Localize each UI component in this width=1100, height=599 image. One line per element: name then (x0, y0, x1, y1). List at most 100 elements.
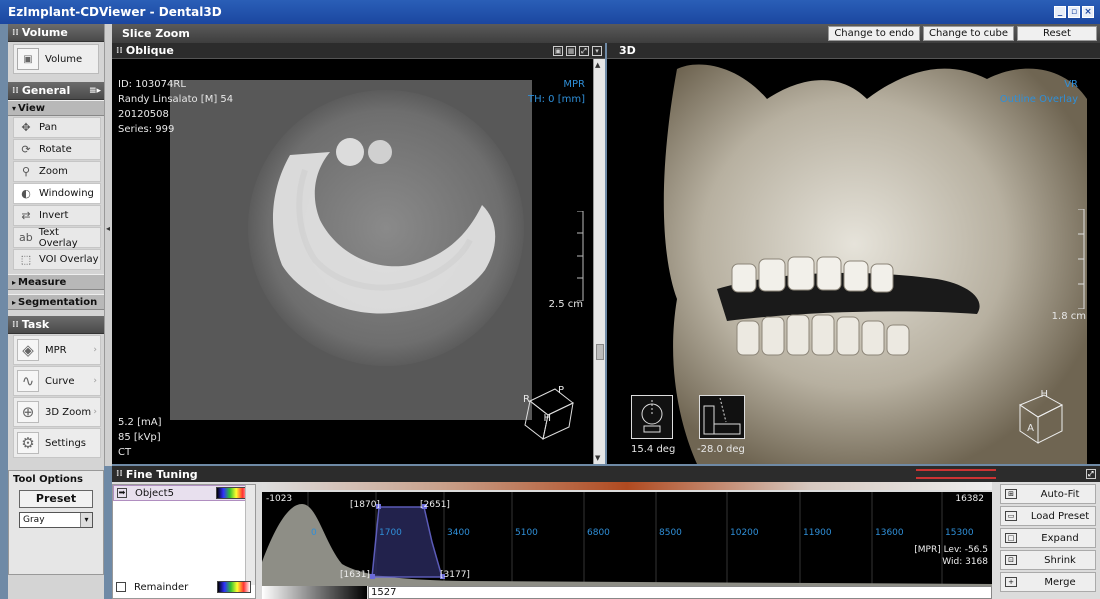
left-splitter[interactable]: ◂ (104, 24, 112, 466)
tool-rotate-button[interactable]: ⟳ Rotate (13, 139, 101, 160)
dropdown-arrow-icon[interactable]: ▾ (80, 513, 92, 527)
segmentation-subheader-label: Segmentation (18, 296, 98, 308)
task-section-label: Task (21, 318, 50, 331)
layout-grid-icon[interactable]: ▦ (566, 45, 576, 56)
camera-angle-icon[interactable] (631, 395, 673, 439)
volume-icon: ▣ (17, 48, 39, 70)
tool-label: Rotate (39, 144, 72, 155)
tool-label: Zoom (39, 166, 68, 177)
grip-icon: ⁞⁞ (12, 85, 19, 96)
scrollbar-thumb[interactable] (596, 344, 604, 360)
level-readout: [MPR] Lev: -56.5 (914, 545, 988, 555)
task-section-header[interactable]: ⁞⁞ Task (8, 316, 104, 334)
collapse-arrow-icon[interactable]: ◂ (106, 224, 110, 233)
load-preset-button[interactable]: ▭ Load Preset (1000, 506, 1096, 526)
tool-windowing-button[interactable]: ◐ Windowing (13, 183, 101, 204)
hist-min-label: -1023 (266, 494, 293, 504)
orientation-h-label: H (543, 413, 551, 424)
fine-tuning-title: Fine Tuning (125, 467, 198, 481)
volume-button[interactable]: ▣ Volume (13, 44, 99, 74)
general-section-label: General (21, 84, 71, 97)
preset-button[interactable]: Preset (19, 490, 93, 508)
general-section-header[interactable]: ⁞⁞ General ≡▸ (8, 82, 104, 100)
task-3d-zoom-button[interactable]: ⊕ 3D Zoom › (13, 397, 101, 427)
tool-text-overlay-button[interactable]: ab Text Overlay (13, 227, 101, 249)
change-to-endo-button[interactable]: Change to endo (828, 26, 920, 41)
collapsed-arrow-icon: ▸ (12, 277, 17, 287)
panel-menu-icon[interactable]: ▾ (592, 45, 602, 56)
control-point[interactable] (370, 574, 375, 579)
grayscale-bar (262, 586, 367, 599)
expand-button[interactable]: □ Expand (1000, 528, 1096, 548)
color-bar (262, 482, 992, 490)
tool-invert-button[interactable]: ⇄ Invert (13, 205, 101, 226)
3d-orientation-a-label: A (1027, 423, 1034, 434)
colormap-swatch[interactable] (217, 581, 251, 593)
remainder-checkbox[interactable] (116, 582, 126, 592)
scroll-down-icon[interactable]: ▼ (595, 454, 600, 462)
minimize-icon[interactable]: _ (1054, 6, 1066, 18)
active-arrow-icon: ➡ (117, 488, 127, 498)
object-row-remainder[interactable]: Remainder (113, 579, 255, 595)
reset-button[interactable]: Reset (1017, 26, 1097, 41)
left-toolbar: ⁞⁞ Volume ▣ Volume ⁞⁞ General ≡▸ ▾ View ✥ Pan ⟳… (8, 24, 104, 599)
restore-icon[interactable]: ▫ (1068, 6, 1080, 18)
volume-section-header[interactable]: ⁞⁞ Volume (8, 24, 104, 42)
oblique-viewport[interactable]: ID: 103074RL Randy Linsalato [M] 54 2012… (112, 59, 593, 464)
view-subheader[interactable]: ▾ View (8, 100, 104, 116)
task-mpr-button[interactable]: ◈ MPR › (13, 335, 101, 365)
3d-viewport[interactable]: VR Outline Overlay 1.8 cm 15.4 deg -28.0… (607, 59, 1100, 464)
ctrl-bottom-right-label: [3177] (440, 570, 470, 580)
oblique-patient-info: ID: 103074RL Randy Linsalato [M] 54 2012… (118, 77, 233, 137)
study-date: 20120508 (118, 109, 169, 120)
tool-label: Invert (39, 210, 69, 221)
task-label: Settings (45, 437, 87, 449)
shrink-button[interactable]: ⊡ Shrink (1000, 550, 1096, 570)
oblique-vertical-scrollbar[interactable]: ▲ ▼ (593, 59, 605, 464)
patient-name: Randy Linsalato [M] 54 (118, 94, 234, 105)
hist-tick-label: 6800 (587, 528, 610, 538)
close-icon[interactable]: × (1082, 6, 1094, 18)
layout-single-icon[interactable]: ▣ (553, 45, 563, 56)
ctrl-top-left-label: [1870] (350, 500, 380, 510)
tool-pan-button[interactable]: ✥ Pan (13, 117, 101, 138)
tool-zoom-button[interactable]: ⚲ Zoom (13, 161, 101, 182)
measure-subheader[interactable]: ▸ Measure (8, 274, 104, 290)
maximize-icon[interactable]: ⤢ (1086, 469, 1096, 479)
change-to-cube-button[interactable]: Change to cube (922, 26, 1014, 41)
fine-tuning-actions: ⊞ Auto-Fit ▭ Load Preset □ Expand ⊡ Shrink + Merg… (1000, 484, 1096, 594)
curve-icon: ∿ (17, 370, 39, 392)
auto-fit-button[interactable]: ⊞ Auto-Fit (1000, 484, 1096, 504)
task-settings-button[interactable]: ⚙ Settings (13, 428, 101, 458)
splitter-grip-icon[interactable] (916, 469, 996, 479)
window-title: EzImplant-CDViewer - Dental3D (8, 5, 222, 19)
tool-label: Pan (39, 122, 58, 133)
scroll-up-icon[interactable]: ▲ (595, 61, 600, 69)
grip-icon: ⁞⁞ (116, 45, 123, 56)
preset-select[interactable]: Gray ▾ (19, 512, 93, 528)
fine-tuning-header: ⁞⁞ Fine Tuning ⤢ (112, 466, 1100, 482)
current-value-field[interactable]: 1527 (368, 586, 992, 599)
maximize-icon[interactable]: ⤢ (579, 45, 589, 56)
merge-button[interactable]: + Merge (1000, 572, 1096, 592)
tool-voi-overlay-button[interactable]: ⬚ VOI Overlay (13, 249, 101, 270)
zoom-icon: ⚲ (21, 165, 31, 178)
tool-label: Windowing (39, 188, 94, 199)
tooth-shape (336, 138, 364, 166)
histogram-panel[interactable]: -1023 16382 [1870] [2651] [1631] [3177] … (262, 492, 992, 586)
expand-icon: □ (1005, 533, 1017, 543)
object-list-scrollbar[interactable] (245, 485, 255, 585)
task-label: Curve (45, 375, 75, 387)
grip-icon: ⁞⁞ (116, 469, 123, 479)
tilt-angle-icon[interactable] (699, 395, 745, 439)
menu-icon[interactable]: ≡▸ (89, 86, 101, 96)
transfer-function-polygon[interactable] (371, 506, 443, 578)
object-row-object5[interactable]: ➡ Object5 (113, 485, 255, 501)
measure-subheader-label: Measure (18, 276, 67, 288)
volume-section-label: Volume (21, 26, 68, 39)
mpr-icon: ◈ (17, 339, 39, 361)
task-curve-button[interactable]: ∿ Curve › (13, 366, 101, 396)
patient-id: ID: 103074RL (118, 79, 186, 90)
preset-select-value: Gray (23, 515, 45, 525)
segmentation-subheader[interactable]: ▸ Segmentation (8, 294, 104, 310)
